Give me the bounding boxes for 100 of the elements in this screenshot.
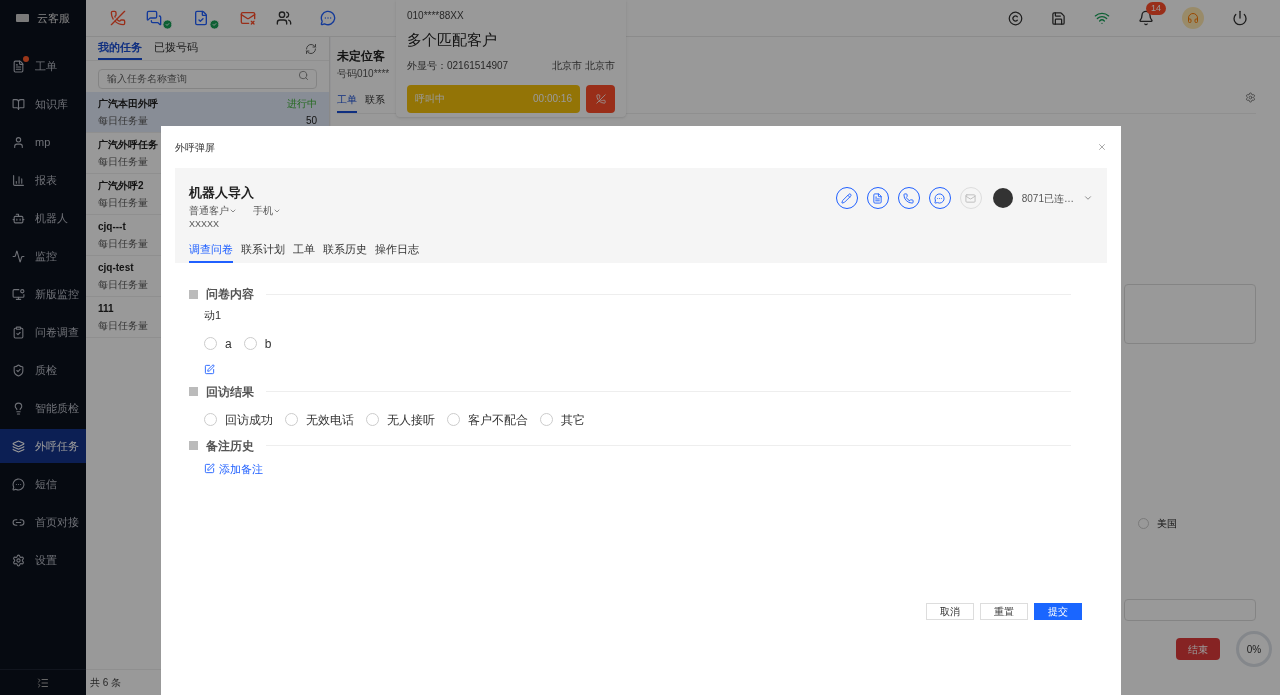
panel-tab[interactable]: 已拨号码 (154, 37, 198, 60)
dialog-button[interactable]: 取消 (926, 603, 974, 620)
collapse-icon[interactable] (37, 676, 49, 689)
sidebar-item[interactable]: 机器人 (0, 201, 86, 235)
sidebar-item[interactable]: 设置 (0, 543, 86, 577)
task-sublabel: 每日任务量 (98, 155, 148, 169)
dialog-tab[interactable]: 调查问卷 (189, 240, 233, 263)
edit-icon (204, 463, 215, 475)
document-icon[interactable] (193, 10, 209, 26)
layers-icon (12, 439, 25, 453)
end-button[interactable]: 结束 (1176, 638, 1220, 660)
radio-label: a (225, 335, 232, 353)
chat-icon[interactable] (146, 10, 162, 26)
total-count: 共 6 条 (90, 676, 122, 690)
bell-icon[interactable] (1138, 10, 1154, 26)
sidebar-item[interactable]: 工单 (0, 49, 86, 83)
sidebar-item[interactable]: 新版监控 (0, 277, 86, 311)
c-icon[interactable] (1008, 10, 1023, 26)
search-icon[interactable] (298, 70, 309, 81)
customer-type-select[interactable]: 普通客户 (189, 203, 237, 218)
power-icon[interactable] (1232, 10, 1248, 26)
sidebar-item[interactable]: 质检 (0, 353, 86, 387)
user-icon (12, 135, 25, 149)
add-note-link[interactable]: 添加备注 (189, 460, 1071, 477)
task-name: 广汽外呼2 (98, 179, 144, 193)
sidebar-item[interactable]: 首页对接 (0, 505, 86, 539)
radio-label: 无人接听 (387, 411, 435, 429)
book-icon (12, 97, 25, 111)
sidebar-item[interactable]: 监控 (0, 239, 86, 273)
section-marker (189, 441, 198, 450)
chevron-icon[interactable] (1083, 193, 1093, 203)
call-location: 北京市 北京市 (552, 58, 615, 73)
task-name: cjq---t (98, 220, 126, 234)
dialog-tab[interactable]: 操作日志 (375, 240, 419, 263)
pulse-icon (12, 249, 25, 263)
main-tab[interactable]: 工单 (337, 92, 357, 113)
dialog-tab[interactable]: 工单 (293, 240, 315, 263)
search-field[interactable]: 输入任务名称查询 (98, 68, 317, 89)
avatar[interactable] (1182, 7, 1204, 29)
shield-icon (12, 363, 25, 377)
refresh-icon[interactable] (305, 42, 317, 55)
section-marker (189, 387, 198, 396)
sidebar-item[interactable]: 外呼任务 (0, 429, 86, 463)
users-icon[interactable] (276, 10, 292, 26)
sidebar-item[interactable]: 报表 (0, 163, 86, 197)
main-tab[interactable]: 联系 (365, 92, 385, 113)
caller-id: 外显号：02161514907 (407, 58, 509, 73)
lightbulb-icon (12, 401, 25, 415)
clipboard-icon (12, 325, 25, 339)
document-icon (12, 59, 25, 73)
task-sublabel: 每日任务量 (98, 114, 148, 128)
wifi-icon (1094, 10, 1110, 26)
sidebar-item[interactable]: 短信 (0, 467, 86, 501)
dialog-button[interactable]: 重置 (980, 603, 1028, 620)
task-status: 进行中 (287, 97, 317, 111)
radio-label: 无效电话 (306, 411, 354, 429)
hang-up-icon (595, 93, 606, 104)
task-count: 50 (305, 114, 317, 128)
mail-icon[interactable] (240, 10, 256, 26)
sidebar-item[interactable]: 问卷调查 (0, 315, 86, 349)
panel-tab[interactable]: 我的任务 (98, 37, 142, 60)
call-timer: 00:00:16 (533, 92, 572, 106)
call-number: 010****88XX (407, 9, 465, 23)
save-icon[interactable] (1051, 10, 1066, 26)
task-sublabel: 每日任务量 (98, 196, 148, 210)
customer-value: XXXXX (189, 218, 220, 231)
radio-label: 客户不配合 (468, 411, 528, 429)
dialog-tab[interactable]: 联系计划 (241, 240, 285, 263)
task-name: 广汽外呼任务 (98, 138, 158, 152)
radio-label: 其它 (561, 411, 585, 429)
phone-off-icon[interactable] (110, 10, 126, 26)
task-sublabel: 每日任务量 (98, 237, 148, 251)
phone-type-select[interactable]: 手机 (253, 203, 281, 218)
logo-text: 云客服 (37, 10, 70, 26)
sidebar-item[interactable]: mp (0, 125, 86, 159)
sidebar-item[interactable]: 智能质检 (0, 391, 86, 425)
chat-icon[interactable] (320, 10, 336, 26)
progress-ring: 0% (1236, 631, 1272, 667)
monitor-icon (12, 287, 25, 301)
edit-icon[interactable] (204, 363, 215, 375)
call-status: 呼叫中 (415, 92, 445, 106)
task-sublabel: 每日任务量 (98, 278, 148, 292)
chat-icon (12, 477, 25, 491)
hang-up-button[interactable] (586, 84, 615, 113)
avatar (992, 188, 1013, 208)
section-title: 问卷内容 (206, 286, 254, 303)
task-name: 广汽本田外呼 (98, 97, 158, 111)
task-sublabel: 每日任务量 (98, 319, 148, 333)
call-title: 多个匹配客户 (407, 30, 498, 50)
question-text: 动1 (204, 308, 223, 323)
task-name: 111 (98, 302, 114, 316)
dialog-tab[interactable]: 联系历史 (323, 240, 367, 263)
check-icon (209, 18, 220, 30)
submit-button[interactable]: 提交 (1034, 603, 1082, 620)
settings-icon[interactable] (1245, 92, 1256, 103)
section-title: 回访结果 (206, 383, 254, 401)
logo-icon (16, 14, 29, 22)
close-icon[interactable] (1097, 142, 1107, 152)
sidebar-item[interactable]: 知识库 (0, 87, 86, 121)
agent-status: 8071已连… (1021, 191, 1074, 206)
